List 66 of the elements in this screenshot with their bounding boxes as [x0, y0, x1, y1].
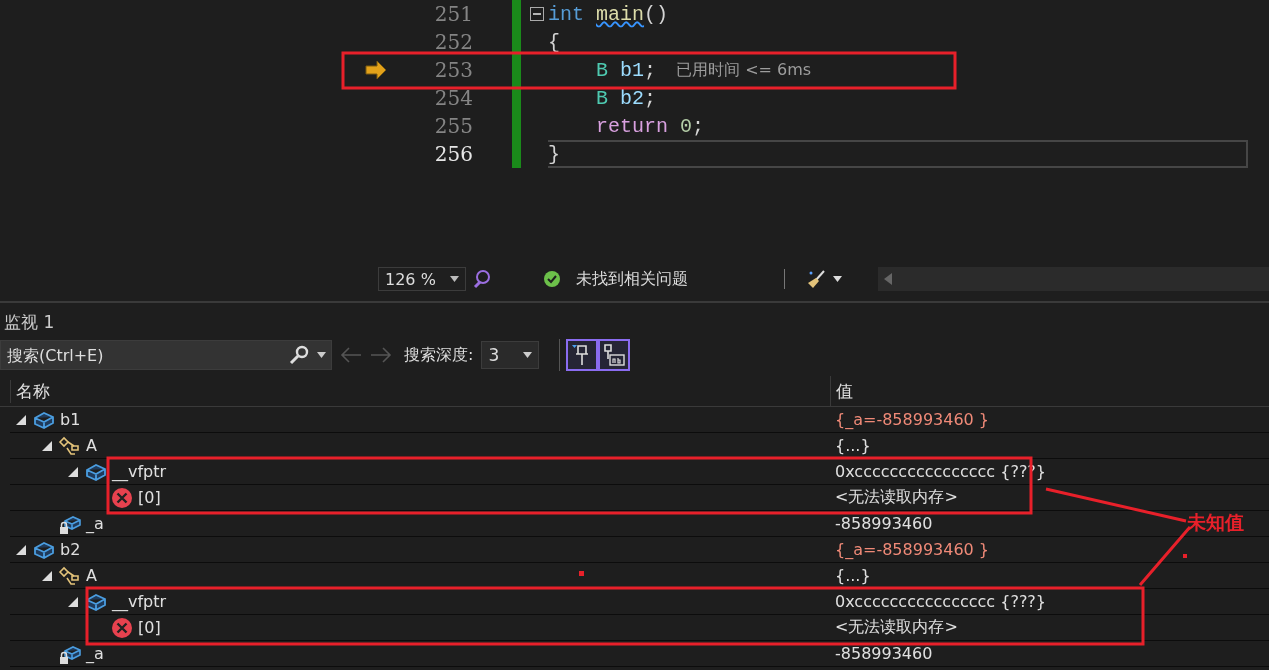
error-icon [110, 615, 134, 640]
code-line: B b2; [595, 85, 657, 112]
watch-value: <无法读取内存> [834, 617, 958, 638]
expanded-triangle-icon[interactable] [16, 414, 26, 425]
watch-value: {...} [834, 436, 871, 455]
code-line: return 0; [595, 113, 705, 140]
watch-value: {...} [834, 566, 871, 585]
change-marker [512, 28, 521, 56]
panel-title: 监视 1 [3, 311, 56, 334]
change-marker [512, 84, 521, 112]
expanded-triangle-icon[interactable] [68, 596, 78, 607]
watch-value: 0xcccccccccccccccc {???} [834, 592, 1047, 611]
caret-icon[interactable] [317, 352, 326, 358]
search-icon[interactable] [289, 345, 311, 365]
watch-name: [0] [138, 618, 161, 637]
code-line: { [548, 29, 560, 56]
watch-value: <无法读取内存> [834, 487, 958, 508]
annotation-label: 未知值 [1187, 510, 1244, 535]
pin-filter-toggle[interactable] [566, 339, 599, 371]
caret-icon [450, 276, 459, 282]
line-number: 256 [433, 142, 474, 166]
code-line: B b1; 已用时间 <= 6ms [595, 57, 812, 84]
error-icon [110, 485, 134, 510]
line-number: 251 [433, 2, 474, 26]
watch-name: b2 [60, 540, 81, 559]
line-number: 252 [433, 30, 474, 54]
depth-label: 搜索深度: [404, 344, 474, 366]
watch-name: [0] [138, 488, 161, 507]
watch-value: {_a=-858993460 } [834, 410, 990, 429]
pin-text-toggle[interactable] [598, 339, 631, 371]
code-line: } [548, 140, 1248, 168]
column-header[interactable]: 值 [830, 376, 853, 406]
watch-name: __vfptr [112, 462, 167, 481]
check-circle-icon [542, 269, 562, 289]
pin-text-icon [602, 343, 627, 367]
code-line: int main() [548, 1, 669, 28]
watch-name: b1 [60, 410, 81, 429]
search-field[interactable]: 搜索(Ctrl+E) [0, 340, 332, 370]
expanded-triangle-icon[interactable] [42, 570, 52, 581]
broom-icon[interactable] [807, 269, 827, 289]
watch-value: {_a=-858993460 } [834, 540, 990, 559]
column-header[interactable]: 名称 [10, 379, 830, 403]
caret-icon [523, 352, 533, 358]
zoom-dropdown[interactable]: 126 % [378, 267, 466, 291]
watch-name: A [86, 436, 97, 455]
watch-name: __vfptr [112, 592, 167, 611]
change-marker [512, 140, 521, 168]
change-marker [512, 0, 521, 28]
collapse-icon[interactable] [530, 7, 544, 21]
expanded-triangle-icon[interactable] [42, 440, 52, 451]
change-marker [512, 56, 521, 84]
issues-status: 未找到相关问题 [576, 268, 688, 290]
caret-icon[interactable] [833, 276, 842, 282]
watch-value: -858993460 [834, 644, 933, 663]
line-number: 253 [433, 58, 474, 82]
expanded-triangle-icon[interactable] [68, 466, 78, 477]
watch-value: -858993460 [834, 514, 933, 533]
depth-dropdown[interactable]: 3 [481, 341, 540, 369]
expanded-triangle-icon[interactable] [16, 544, 26, 555]
watch-name: _a [86, 644, 104, 663]
horizontal-scrollbar[interactable] [878, 267, 1269, 291]
line-number: 255 [433, 114, 474, 138]
watch-name: _a [86, 514, 104, 533]
scroll-left-icon[interactable] [884, 273, 892, 285]
watch-name: A [86, 566, 97, 585]
line-number: 254 [433, 86, 474, 110]
